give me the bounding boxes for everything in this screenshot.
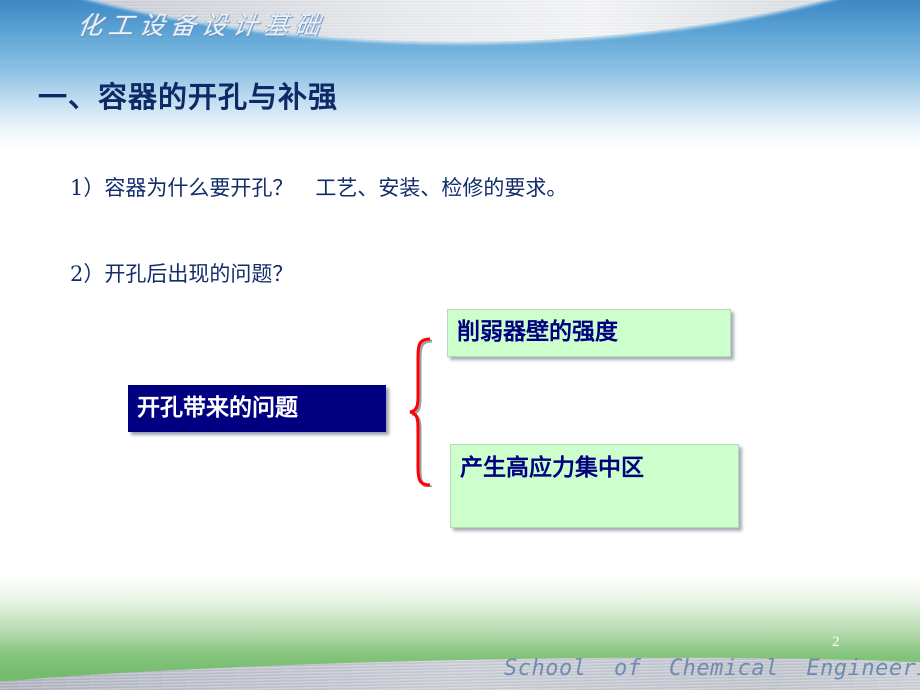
page-number: 2 bbox=[832, 634, 840, 650]
question-1-label: 1）容器为什么要开孔？ bbox=[70, 176, 294, 200]
question-2-label: 2）开孔后出现的问题？ bbox=[70, 262, 294, 286]
problem-stress-concentration: 产生高应力集中区 bbox=[450, 444, 739, 528]
question-2: 2）开孔后出现的问题？ bbox=[70, 258, 293, 288]
question-1-answer: 工艺、安装、检修的要求。 bbox=[315, 176, 568, 200]
school-name: School of Chemical Engineering bbox=[504, 656, 920, 681]
problem-weakened-wall: 削弱器壁的强度 bbox=[447, 309, 731, 357]
course-title: 化工设备设计基础 bbox=[75, 11, 328, 40]
curly-brace-icon bbox=[409, 337, 433, 487]
problems-box: 开孔带来的问题 bbox=[128, 385, 386, 432]
question-1: 1）容器为什么要开孔？ 工艺、安装、检修的要求。 bbox=[70, 172, 567, 202]
slide-heading: 一、容器的开孔与补强 bbox=[38, 80, 339, 114]
slide: 化工设备设计基础 2 School of Chemical Engineerin… bbox=[0, 0, 920, 690]
